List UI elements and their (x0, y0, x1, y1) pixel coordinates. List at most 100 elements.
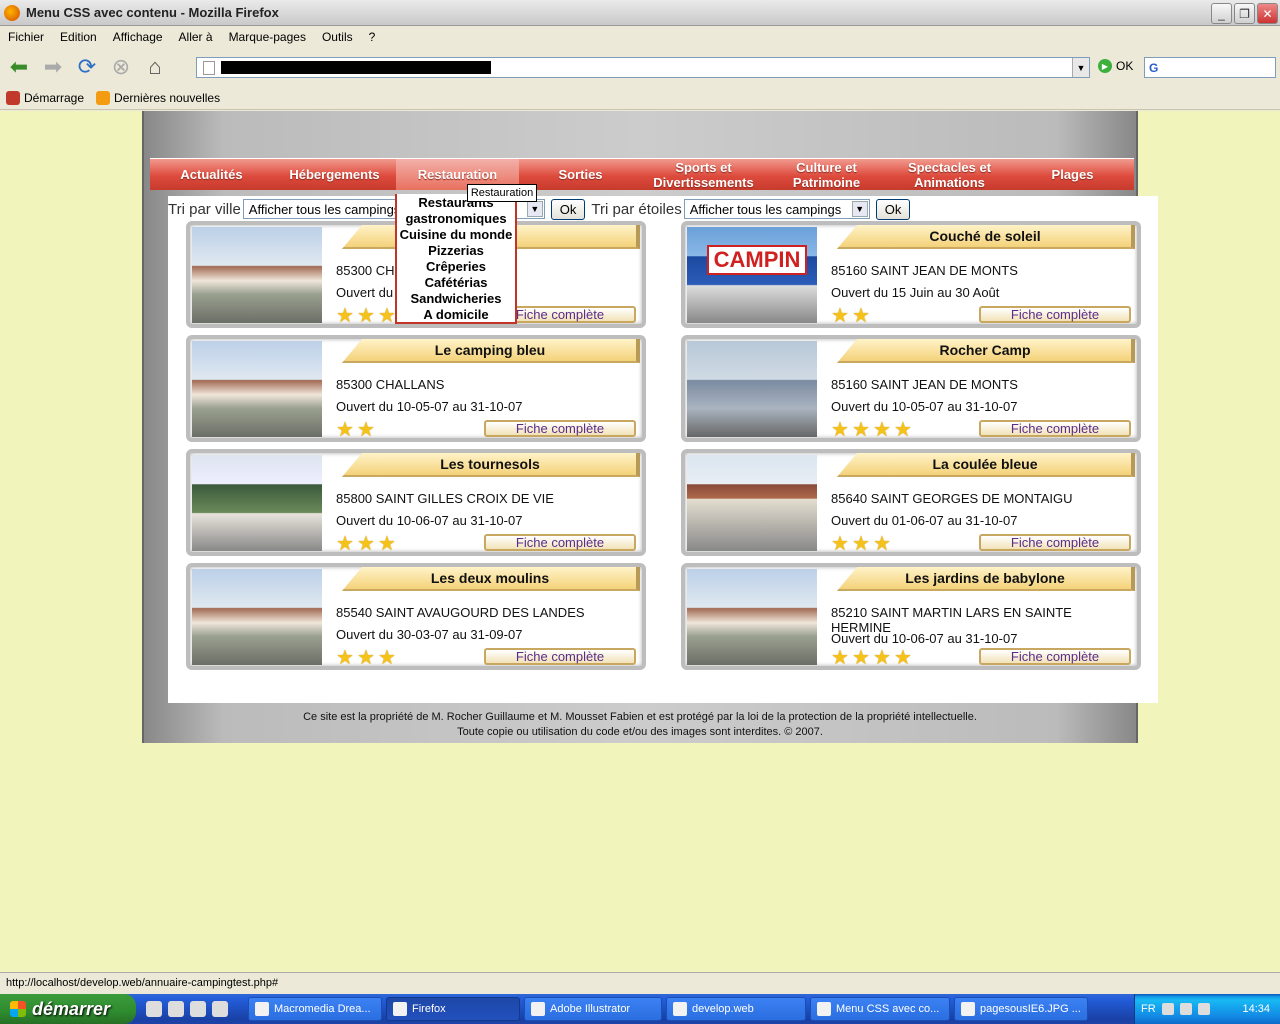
submenu-item-domicile[interactable]: A domicile (397, 307, 515, 323)
quicklaunch-filezilla-icon[interactable] (212, 1001, 228, 1017)
submenu-item-gastronomiques[interactable]: gastronomiques (397, 211, 515, 227)
menu-spectacles[interactable]: Spectacles et Animations (888, 159, 1011, 190)
page-viewport: Actualités Hébergements Restauration Sor… (0, 111, 1280, 972)
fiche-complete-button[interactable]: Fiche complète (979, 420, 1131, 437)
star-icon: ★ (852, 533, 870, 555)
camping-photo[interactable] (192, 569, 322, 665)
menu-bar: Fichier Edition Affichage Aller à Marque… (0, 26, 1280, 48)
redacted-url (221, 61, 491, 74)
camping-opening: Ouvert du 10-05-07 au 31-10-07 (336, 399, 523, 414)
submenu-item-cuisine-monde[interactable]: Cuisine du monde (397, 227, 515, 243)
camping-photo[interactable] (192, 227, 322, 323)
maximize-button[interactable]: ❐ (1234, 3, 1255, 24)
quicklaunch-firefox-icon[interactable] (190, 1001, 206, 1017)
camping-photo[interactable] (192, 341, 322, 437)
menu-marque-pages[interactable]: Marque-pages (229, 30, 306, 44)
task-develop-web[interactable]: develop.web (666, 997, 806, 1021)
folder-icon (673, 1002, 687, 1016)
forward-icon[interactable]: ➡ (38, 52, 68, 82)
menu-affichage[interactable]: Affichage (113, 30, 163, 44)
windows-taskbar: démarrer Macromedia Drea... Firefox Adob… (0, 994, 1280, 1024)
menu-sorties[interactable]: Sorties (519, 159, 642, 190)
task-dreamweaver[interactable]: Macromedia Drea... (248, 997, 382, 1021)
antivirus-icon[interactable] (1197, 1003, 1210, 1015)
camping-card: Les tournesols 85800 SAINT GILLES CROIX D… (186, 449, 646, 556)
app-icon (817, 1002, 831, 1016)
camping-photo[interactable] (192, 455, 322, 551)
task-firefox[interactable]: Firefox (386, 997, 520, 1021)
submenu-item-pizzerias[interactable]: Pizzerias (397, 243, 515, 259)
home-icon[interactable]: ⌂ (140, 52, 170, 82)
url-bar[interactable]: ▼ (196, 57, 1090, 78)
task-label: pagesousIE6.JPG ... (980, 1003, 1081, 1015)
submenu-item-sandwicheries[interactable]: Sandwicheries (397, 291, 515, 307)
task-label: develop.web (692, 1003, 754, 1015)
star-icon: ★ (336, 305, 354, 327)
bookmark-demarrage[interactable]: Démarrage (6, 90, 85, 105)
menu-hebergements[interactable]: Hébergements (273, 159, 396, 190)
close-button[interactable]: ✕ (1257, 3, 1278, 24)
stop-icon[interactable]: ⊗ (106, 52, 136, 82)
security-icon[interactable] (1179, 1003, 1192, 1015)
start-button[interactable]: démarrer (0, 994, 136, 1024)
reload-icon[interactable]: ⟳ (72, 52, 102, 82)
fiche-complete-button[interactable]: Fiche complète (484, 420, 636, 437)
quicklaunch-ie-icon[interactable] (146, 1001, 162, 1017)
task-illustrator[interactable]: Adobe Illustrator (524, 997, 662, 1021)
minimize-button[interactable]: _ (1211, 3, 1232, 24)
menu-plages[interactable]: Plages (1011, 159, 1134, 190)
footer-line-1: Ce site est la propriété de M. Rocher Gu… (303, 711, 977, 723)
filter-bar: Tri par ville Afficher tous les campings… (168, 197, 928, 221)
bookmark-news[interactable]: Dernières nouvelles (96, 90, 220, 105)
submenu-item-cafeterias[interactable]: Cafétérias (397, 275, 515, 291)
city-ok-button[interactable]: Ok (550, 198, 586, 220)
network-icon[interactable] (1161, 1003, 1174, 1015)
quicklaunch-ie2-icon[interactable] (168, 1001, 184, 1017)
task-pagesousie6[interactable]: pagesousIE6.JPG ... (954, 997, 1088, 1021)
camping-card: La coulée bleue 85640 SAINT GEORGES DE MO… (681, 449, 1141, 556)
menu-fichier[interactable]: Fichier (8, 30, 44, 44)
camping-name: Rocher Camp (837, 339, 1135, 363)
status-text: http://localhost/develop.web/annuaire-ca… (6, 976, 279, 989)
camping-card: Les deux moulins 85540 SAINT AVAUGOURD DE… (186, 563, 646, 670)
star-rating: ★ ★ ★ (336, 305, 398, 327)
task-menu-css[interactable]: Menu CSS avec co... (810, 997, 950, 1021)
stars-select-value: Afficher tous les campings (689, 201, 842, 217)
submenu-item-creperies[interactable]: Crêperies (397, 259, 515, 275)
star-icon: ★ (852, 419, 870, 441)
menu-actualites[interactable]: Actualités (150, 159, 273, 190)
menu-help[interactable]: ? (369, 30, 376, 44)
menu-sports[interactable]: Sports et Divertissements (642, 159, 765, 190)
app-icon (393, 1002, 407, 1016)
back-icon[interactable]: ⬅ (4, 52, 34, 82)
camping-photo[interactable]: CAMPIN (687, 227, 817, 323)
footer-line-2: Toute copie ou utilisation du code et/ou… (457, 726, 823, 738)
url-dropdown-icon[interactable]: ▼ (1072, 58, 1089, 77)
fiche-complete-button[interactable]: Fiche complète (979, 306, 1131, 323)
menu-aller[interactable]: Aller à (179, 30, 213, 44)
language-indicator[interactable]: FR (1141, 1003, 1156, 1015)
camping-address: 85160 SAINT JEAN DE MONTS (831, 263, 1018, 278)
camping-name: La coulée bleue (837, 453, 1135, 477)
fiche-complete-button[interactable]: Fiche complète (979, 534, 1131, 551)
stars-select[interactable]: Afficher tous les campings ▼ (683, 199, 870, 219)
camping-photo[interactable] (687, 341, 817, 437)
bookmark-label: Démarrage (24, 90, 85, 105)
camping-photo[interactable] (687, 455, 817, 551)
search-box[interactable]: G (1144, 57, 1276, 78)
go-label: OK (1116, 59, 1134, 73)
bookmark-icon (6, 90, 20, 105)
fiche-complete-button[interactable]: Fiche complète (484, 648, 636, 665)
menu-edition[interactable]: Edition (60, 30, 97, 44)
status-bar: http://localhost/develop.web/annuaire-ca… (0, 972, 1280, 992)
camping-photo[interactable] (687, 569, 817, 665)
task-label: Macromedia Drea... (274, 1003, 371, 1015)
menu-culture[interactable]: Culture et Patrimoine (765, 159, 888, 190)
fiche-complete-button[interactable]: Fiche complète (484, 534, 636, 551)
menu-outils[interactable]: Outils (322, 30, 353, 44)
stars-ok-button[interactable]: Ok (875, 198, 911, 220)
rss-icon (96, 90, 111, 105)
fiche-complete-button[interactable]: Fiche complète (979, 648, 1131, 665)
star-icon: ★ (873, 647, 891, 669)
go-button[interactable]: ▶ OK (1098, 59, 1133, 73)
